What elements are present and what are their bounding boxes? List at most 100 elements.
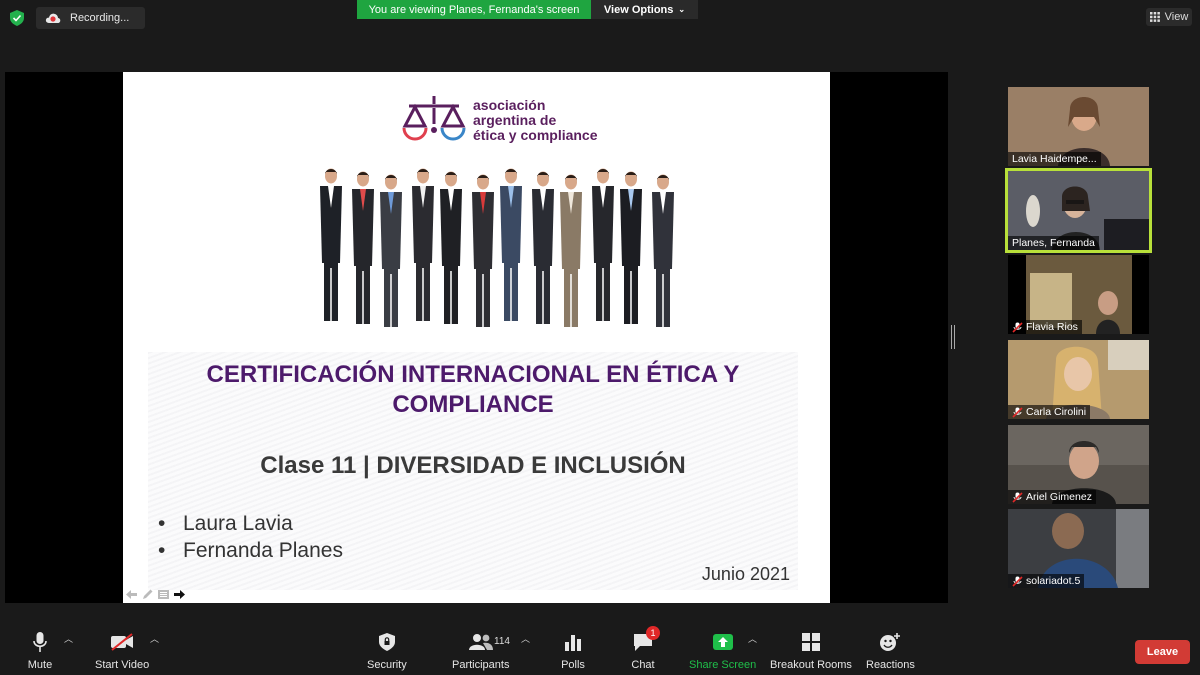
- participants-icon: [468, 634, 493, 650]
- video-off-icon: [111, 633, 134, 651]
- polls-button[interactable]: Polls: [560, 630, 586, 671]
- microphone-icon: [33, 632, 47, 652]
- slide-subtitle: Clase 11 | DIVERSIDAD E INCLUSIÓN: [260, 452, 686, 479]
- business-people-image: [320, 168, 674, 327]
- grid-view-icon: [1149, 12, 1160, 22]
- participant-tile-active-speaker[interactable]: Planes, Fernanda: [1005, 168, 1152, 253]
- shield-security-icon: [378, 633, 395, 651]
- breakout-rooms-icon: [801, 633, 820, 651]
- person-figure: [592, 168, 614, 321]
- presenter-list: Laura Lavia Fernanda Planes: [158, 510, 343, 564]
- view-button[interactable]: View: [1146, 8, 1192, 26]
- person-figure: [560, 174, 582, 327]
- smiley-add-icon: [880, 633, 901, 651]
- participant-name: Carla Cirolini: [1026, 406, 1087, 418]
- participant-name-tag: Carla Cirolini: [1008, 405, 1091, 419]
- participant-name: Lavia Haidempe...: [1012, 153, 1097, 165]
- recording-indicator[interactable]: Recording...: [36, 7, 145, 29]
- recording-label: Recording...: [70, 12, 130, 24]
- association-logo: asociación argentina de ética y complian…: [401, 94, 611, 146]
- chat-button[interactable]: 1 Chat: [630, 626, 660, 671]
- share-screen-button[interactable]: Share Screen: [689, 630, 756, 671]
- splitter-handle[interactable]: [951, 325, 955, 349]
- slide-toolbar: [125, 588, 186, 602]
- participant-name-tag: Planes, Fernanda: [1008, 236, 1099, 250]
- presentation-slide: asociación argentina de ética y complian…: [123, 72, 830, 603]
- chat-label: Chat: [631, 659, 655, 671]
- participant-name-tag: solariadot.5: [1008, 574, 1085, 588]
- chevron-down-icon: ⌄: [678, 5, 686, 14]
- participant-name-tag: Lavia Haidempe...: [1008, 152, 1101, 166]
- person-figure: [532, 171, 554, 324]
- shared-screen[interactable]: asociación argentina de ética y complian…: [5, 72, 948, 603]
- security-label: Security: [367, 659, 407, 671]
- participants-label: Participants: [452, 659, 510, 671]
- person-figure: [320, 168, 342, 321]
- person-figure: [472, 174, 494, 327]
- arrow-left-icon[interactable]: [125, 588, 138, 601]
- breakout-rooms-label: Breakout Rooms: [770, 659, 852, 671]
- person-figure: [380, 174, 402, 327]
- mute-label: Mute: [27, 659, 53, 671]
- slide-title: CERTIFICACIÓN INTERNACIONAL EN ÉTICA Y C…: [183, 360, 763, 420]
- share-options-chevron-icon[interactable]: ︿: [748, 632, 757, 645]
- breakout-rooms-button[interactable]: Breakout Rooms: [770, 630, 852, 671]
- participant-tile[interactable]: Ariel Gimenez: [1008, 425, 1149, 504]
- participant-tile[interactable]: Carla Cirolini: [1008, 340, 1149, 419]
- mute-button[interactable]: Mute: [27, 630, 53, 671]
- muted-mic-icon: [1012, 491, 1023, 503]
- person-figure: [620, 171, 642, 324]
- presenter-item: Fernanda Planes: [158, 537, 343, 564]
- participant-name-tag: Flavia Rios: [1008, 320, 1082, 334]
- view-options-button[interactable]: View Options ⌄: [591, 0, 698, 19]
- muted-mic-icon: [1012, 575, 1023, 587]
- reactions-label: Reactions: [866, 659, 915, 671]
- share-screen-icon: [712, 634, 733, 650]
- slide-title-line-1: CERTIFICACIÓN INTERNACIONAL EN ÉTICA Y: [206, 361, 740, 388]
- share-screen-label: Share Screen: [689, 659, 757, 671]
- chat-unread-badge: 1: [646, 626, 660, 640]
- polls-icon: [565, 635, 581, 651]
- participant-name: Planes, Fernanda: [1012, 237, 1095, 249]
- start-video-label: Start Video: [95, 659, 150, 671]
- slide-date: Junio 2021: [701, 564, 790, 584]
- muted-mic-icon: [1012, 321, 1023, 333]
- participant-name: Ariel Gimenez: [1026, 491, 1092, 503]
- audio-options-chevron-icon[interactable]: ︿: [64, 632, 73, 645]
- presenter-item: Laura Lavia: [158, 510, 343, 537]
- start-video-button[interactable]: Start Video: [95, 630, 149, 671]
- zoom-window: Recording... You are viewing Planes, Fer…: [0, 0, 1200, 675]
- participant-tile[interactable]: solariadot.5: [1008, 509, 1149, 588]
- shield-icon[interactable]: [10, 10, 24, 26]
- person-figure: [652, 174, 674, 327]
- participant-name: Flavia Rios: [1026, 321, 1078, 333]
- participant-name-tag: Ariel Gimenez: [1008, 490, 1096, 504]
- participants-options-chevron-icon[interactable]: ︿: [521, 632, 530, 645]
- view-options-label: View Options: [603, 3, 674, 16]
- muted-mic-icon: [1012, 406, 1023, 418]
- cloud-recording-icon: [45, 13, 61, 23]
- logo-line-2: argentina de: [473, 112, 557, 128]
- person-figure: [500, 168, 522, 321]
- person-figure: [352, 171, 374, 324]
- logo-text: asociación argentina de ética y complian…: [473, 98, 598, 143]
- polls-label: Polls: [561, 659, 585, 671]
- meeting-toolbar: Mute ︿ Start Video ︿ Security Participan…: [0, 620, 1200, 675]
- participant-count: 114: [494, 636, 510, 647]
- video-options-chevron-icon[interactable]: ︿: [150, 632, 159, 645]
- person-figure: [440, 171, 462, 324]
- logo-line-3: ética y compliance: [473, 127, 598, 143]
- scales-logo-icon: [402, 96, 466, 141]
- leave-button[interactable]: Leave: [1135, 640, 1190, 664]
- reactions-button[interactable]: Reactions: [866, 630, 915, 671]
- viewing-banner: You are viewing Planes, Fernanda's scree…: [357, 0, 591, 19]
- arrow-right-icon[interactable]: [173, 588, 186, 601]
- logo-line-1: asociación: [473, 97, 546, 113]
- participant-tile[interactable]: Flavia Rios: [1008, 255, 1149, 334]
- participant-name: solariadot.5: [1026, 575, 1081, 587]
- pen-icon[interactable]: [141, 588, 154, 601]
- security-button[interactable]: Security: [367, 630, 407, 671]
- person-figure: [412, 168, 434, 321]
- menu-icon[interactable]: [157, 588, 170, 601]
- participant-tile[interactable]: Lavia Haidempe...: [1008, 87, 1149, 166]
